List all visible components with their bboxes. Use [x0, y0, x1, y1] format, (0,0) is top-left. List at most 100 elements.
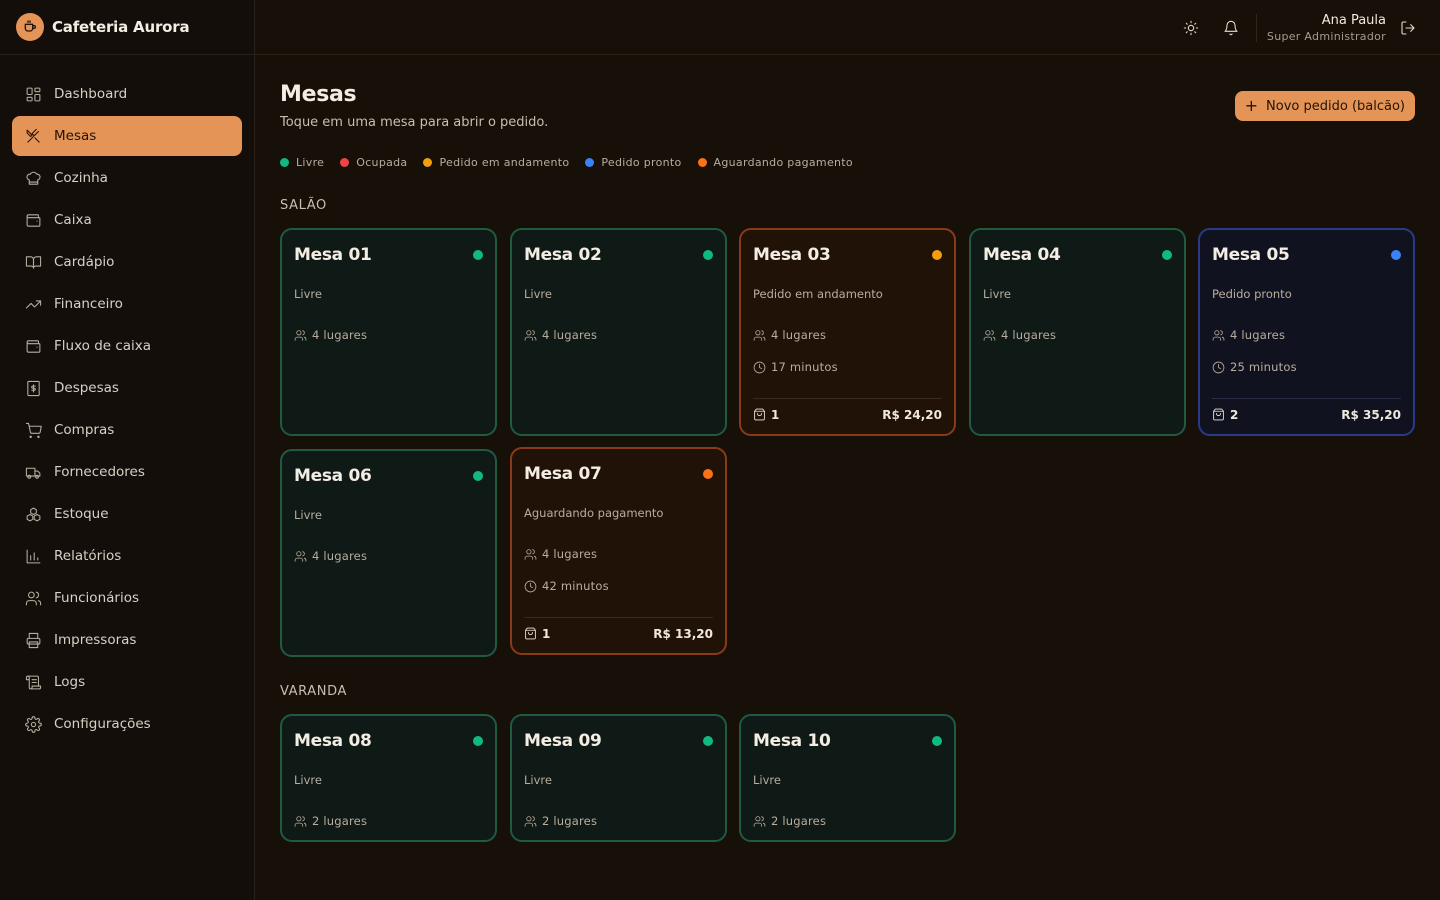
- table-time: 25 minutos: [1212, 360, 1297, 374]
- users-icon: [753, 815, 766, 827]
- order-summary: 1 R$ 24,20: [753, 398, 942, 430]
- users-icon: [524, 548, 537, 560]
- status-dot: [932, 250, 942, 260]
- sidebar-item-financeiro[interactable]: Financeiro: [12, 284, 242, 324]
- sidebar-item-mesas[interactable]: Mesas: [12, 116, 242, 156]
- scroll-icon: [24, 673, 42, 691]
- printer-icon: [24, 631, 42, 649]
- status-dot: [1391, 250, 1401, 260]
- sidebar-item-configuracoes[interactable]: Configurações: [12, 704, 242, 744]
- sidebar-item-cozinha[interactable]: Cozinha: [12, 158, 242, 198]
- section-title-varanda: VARANDA: [280, 684, 347, 699]
- brand[interactable]: Cafeteria Aurora: [0, 0, 254, 55]
- sidebar-item-impressoras[interactable]: Impressoras: [12, 620, 242, 660]
- sidebar-item-label: Despesas: [54, 380, 119, 396]
- sidebar-item-despesas[interactable]: Despesas: [12, 368, 242, 408]
- order-items: 1: [753, 408, 779, 422]
- status-dot: [473, 736, 483, 746]
- table-time: 42 minutos: [524, 579, 609, 593]
- time-label: 25 minutos: [1230, 360, 1297, 374]
- theme-toggle-button[interactable]: [1181, 18, 1201, 38]
- status-dot: [473, 471, 483, 481]
- table-status: Livre: [753, 773, 781, 787]
- legend-label: Pedido pronto: [601, 156, 682, 169]
- table-seats: 4 lugares: [1212, 328, 1285, 342]
- user-name: Ana Paula: [1321, 13, 1386, 28]
- table-card-mesa-05[interactable]: Mesa 05 Pedido pronto 4 lugares 25 minut…: [1198, 228, 1415, 436]
- table-card-mesa-08[interactable]: Mesa 08 Livre 2 lugares: [280, 714, 497, 842]
- legend-item-pagamento: Aguardando pagamento: [697, 156, 853, 169]
- table-name: Mesa 09: [524, 731, 602, 751]
- sidebar-item-funcionarios[interactable]: Funcionários: [12, 578, 242, 618]
- sidebar-item-cardapio[interactable]: Cardápio: [12, 242, 242, 282]
- logout-button[interactable]: [1398, 18, 1418, 38]
- table-name: Mesa 04: [983, 245, 1061, 265]
- seats-label: 4 lugares: [771, 328, 827, 342]
- table-seats: 2 lugares: [753, 814, 826, 828]
- top-bar: Ana Paula Super Administrador: [255, 0, 1440, 55]
- sidebar-item-label: Financeiro: [54, 296, 123, 312]
- time-label: 42 minutos: [542, 579, 609, 593]
- sidebar-item-compras[interactable]: Compras: [12, 410, 242, 450]
- seats-label: 2 lugares: [312, 814, 368, 828]
- coffee-cup-icon: [16, 13, 44, 41]
- table-name: Mesa 02: [524, 245, 602, 265]
- table-seats: 4 lugares: [753, 328, 826, 342]
- sidebar-item-estoque[interactable]: Estoque: [12, 494, 242, 534]
- legend-item-pronto: Pedido pronto: [585, 156, 681, 169]
- table-status: Livre: [524, 287, 552, 301]
- book-icon: [24, 253, 42, 271]
- table-card-mesa-02[interactable]: Mesa 02 Livre 4 lugares: [510, 228, 727, 436]
- table-card-mesa-07[interactable]: Mesa 07 Aguardando pagamento 4 lugares 4…: [510, 447, 727, 655]
- dashboard-icon: [24, 85, 42, 103]
- notifications-button[interactable]: [1221, 18, 1241, 38]
- seats-label: 4 lugares: [1001, 328, 1057, 342]
- items-count: 1: [542, 626, 551, 641]
- bar-chart-icon: [24, 547, 42, 565]
- table-card-mesa-06[interactable]: Mesa 06 Livre 4 lugares: [280, 449, 497, 657]
- status-dot: [932, 736, 942, 746]
- table-seats: 4 lugares: [294, 549, 367, 563]
- sidebar-item-label: Configurações: [54, 716, 151, 732]
- user-info[interactable]: Ana Paula Super Administrador: [1267, 12, 1386, 45]
- page-subtitle: Toque em uma mesa para abrir o pedido.: [280, 115, 549, 130]
- truck-icon: [24, 463, 42, 481]
- boxes-icon: [24, 505, 42, 523]
- sidebar-item-label: Fluxo de caixa: [54, 338, 152, 354]
- table-card-mesa-10[interactable]: Mesa 10 Livre 2 lugares: [739, 714, 956, 842]
- sidebar-item-fornecedores[interactable]: Fornecedores: [12, 452, 242, 492]
- table-card-mesa-01[interactable]: Mesa 01 Livre 4 lugares: [280, 228, 497, 436]
- gear-icon: [24, 715, 42, 733]
- sidebar-item-logs[interactable]: Logs: [12, 662, 242, 702]
- users-icon: [24, 589, 42, 607]
- clock-icon: [1212, 361, 1225, 373]
- sidebar-item-label: Estoque: [54, 506, 109, 522]
- order-total: R$ 35,20: [1341, 407, 1401, 422]
- sidebar-item-fluxo-de-caixa[interactable]: Fluxo de caixa: [12, 326, 242, 366]
- sidebar-item-dashboard[interactable]: Dashboard: [12, 74, 242, 114]
- legend-item-ocupada: Ocupada: [340, 156, 407, 169]
- sidebar-nav: Dashboard Mesas Cozinha Caixa Cardápio F…: [0, 55, 254, 744]
- sidebar-item-relatorios[interactable]: Relatórios: [12, 536, 242, 576]
- seats-label: 2 lugares: [542, 814, 598, 828]
- logout-icon: [1401, 21, 1415, 35]
- sidebar-item-label: Compras: [54, 422, 115, 438]
- table-card-mesa-03[interactable]: Mesa 03 Pedido em andamento 4 lugares 17…: [739, 228, 956, 436]
- legend-dot: [280, 158, 289, 167]
- order-total: R$ 24,20: [882, 407, 942, 422]
- sun-icon: [1183, 20, 1199, 36]
- main-content: Mesas Toque em uma mesa para abrir o ped…: [255, 56, 1440, 900]
- table-name: Mesa 03: [753, 245, 831, 265]
- cart-icon: [24, 421, 42, 439]
- legend-item-livre: Livre: [280, 156, 324, 169]
- table-card-mesa-09[interactable]: Mesa 09 Livre 2 lugares: [510, 714, 727, 842]
- table-name: Mesa 10: [753, 731, 831, 751]
- table-card-mesa-04[interactable]: Mesa 04 Livre 4 lugares: [969, 228, 1186, 436]
- new-order-button[interactable]: + Novo pedido (balcão): [1234, 91, 1415, 121]
- chef-hat-icon: [24, 169, 42, 187]
- legend-label: Aguardando pagamento: [713, 156, 853, 169]
- wallet-icon: [24, 337, 42, 355]
- section-title-salao: SALÃO: [280, 198, 327, 213]
- sidebar-item-caixa[interactable]: Caixa: [12, 200, 242, 240]
- wallet-icon: [24, 211, 42, 229]
